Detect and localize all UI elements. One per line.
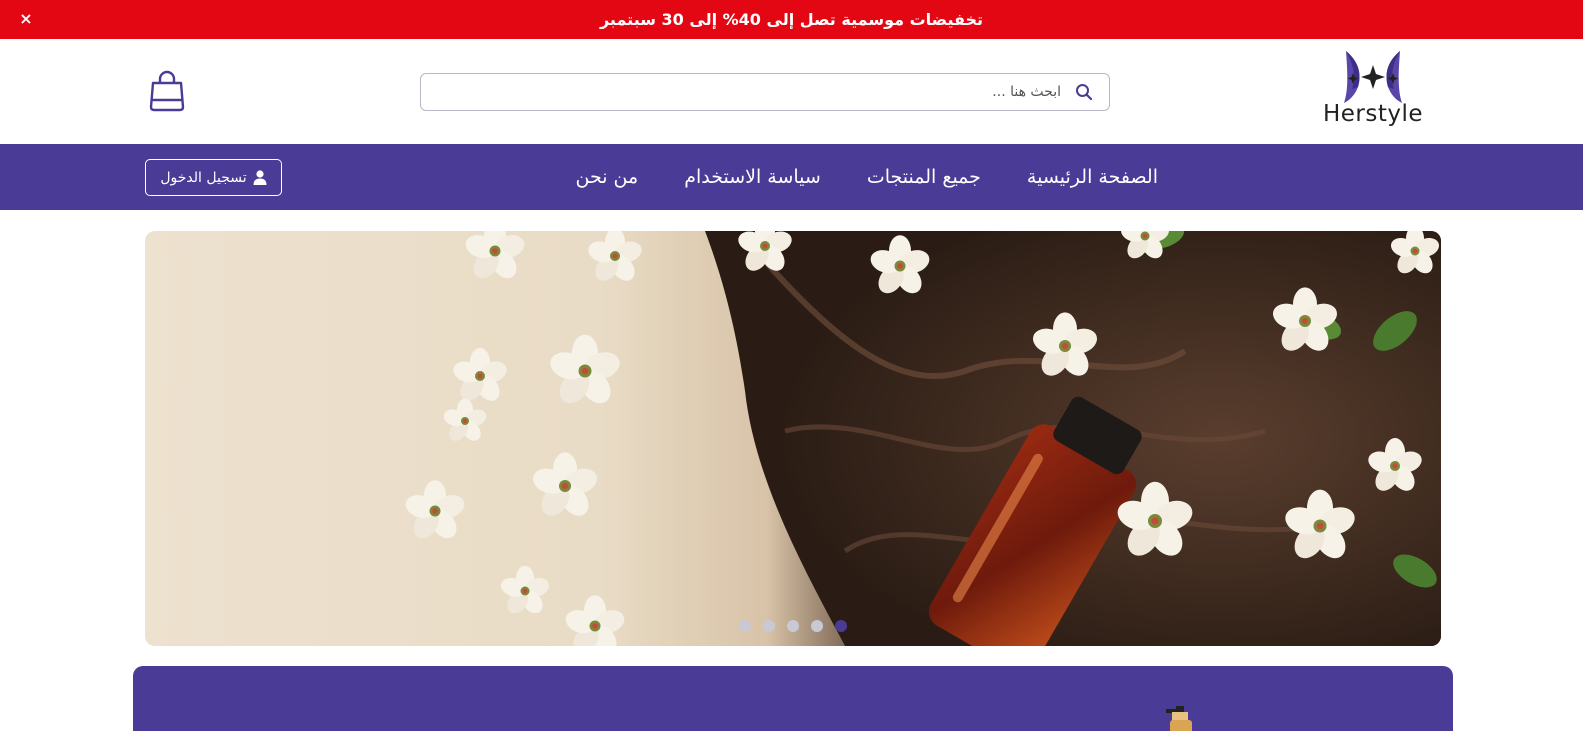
search-icon[interactable] [1073, 81, 1095, 103]
nav-usage-policy[interactable]: سياسة الاستخدام [684, 166, 821, 188]
login-label: تسجيل الدخول [160, 169, 247, 186]
hero-slider[interactable] [145, 231, 1441, 646]
close-icon[interactable]: × [16, 9, 36, 29]
nav-about-us[interactable]: من نحن [575, 166, 638, 188]
search-bar[interactable] [420, 73, 1110, 111]
hero-image [402, 231, 1441, 646]
promo-panel [133, 666, 1453, 731]
nav-home[interactable]: الصفحة الرئيسية [1027, 166, 1158, 188]
main-nav: الصفحة الرئيسية جميع المنتجات سياسة الاس… [0, 144, 1583, 210]
search-input[interactable] [421, 75, 1061, 109]
slider-dot[interactable] [811, 620, 823, 632]
nav-all-products[interactable]: جميع المنتجات [867, 166, 981, 188]
slider-dots [145, 620, 1441, 632]
slider-dot[interactable] [763, 620, 775, 632]
promo-text: تخفيضات موسمية تصل إلى 40% إلى 30 سبتمبر [599, 10, 984, 29]
user-icon [253, 170, 267, 185]
logo[interactable]: Herstyle [1318, 49, 1428, 131]
logo-text: Herstyle [1322, 101, 1424, 127]
product-bottle-icon [1166, 706, 1192, 731]
slider-dot[interactable] [787, 620, 799, 632]
site-header: Herstyle [0, 39, 1583, 144]
shopping-bag-icon[interactable] [148, 69, 186, 113]
nav-links: الصفحة الرئيسية جميع المنتجات سياسة الاس… [575, 144, 1158, 210]
slider-dot-active[interactable] [835, 620, 847, 632]
logo-mark-icon [1344, 51, 1402, 103]
slider-dot[interactable] [739, 620, 751, 632]
login-button[interactable]: تسجيل الدخول [145, 159, 282, 196]
promo-bar: تخفيضات موسمية تصل إلى 40% إلى 30 سبتمبر… [0, 0, 1583, 39]
